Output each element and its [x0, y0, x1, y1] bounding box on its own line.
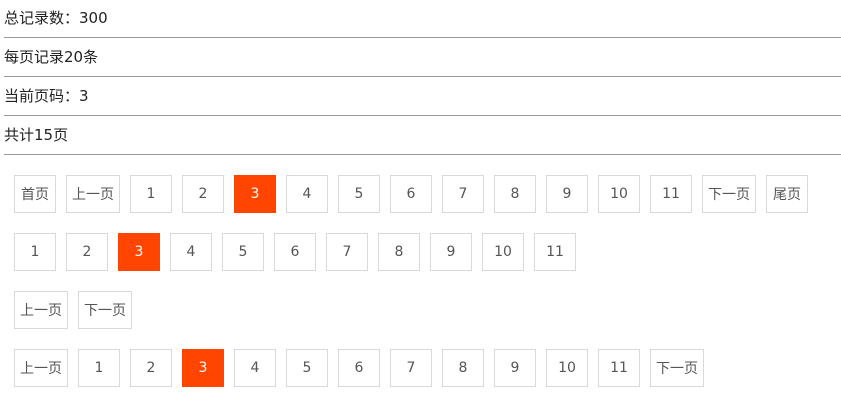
page-button-4[interactable]: 4 [170, 233, 212, 271]
page-button-1[interactable]: 1 [78, 349, 120, 387]
current-page-text: 当前页码：3 [4, 78, 841, 116]
page-button-7[interactable]: 7 [442, 175, 484, 213]
first-page-button[interactable]: 首页 [14, 175, 56, 213]
page-button-10[interactable]: 10 [546, 349, 588, 387]
page-button-2[interactable]: 2 [182, 175, 224, 213]
next-page-button[interactable]: 下一页 [78, 291, 132, 329]
page-button-11[interactable]: 11 [650, 175, 692, 213]
page-button-1[interactable]: 1 [130, 175, 172, 213]
page-button-4[interactable]: 4 [234, 349, 276, 387]
page-button-9[interactable]: 9 [494, 349, 536, 387]
prev-page-button[interactable]: 上一页 [66, 175, 120, 213]
page-button-7[interactable]: 7 [390, 349, 432, 387]
page-button-11[interactable]: 11 [598, 349, 640, 387]
next-page-button[interactable]: 下一页 [650, 349, 704, 387]
page-button-2[interactable]: 2 [66, 233, 108, 271]
page-button-9[interactable]: 9 [546, 175, 588, 213]
page-button-8[interactable]: 8 [442, 349, 484, 387]
page-button-11[interactable]: 11 [534, 233, 576, 271]
page-button-3-current[interactable]: 3 [118, 233, 160, 271]
page-button-10[interactable]: 10 [598, 175, 640, 213]
page-button-10[interactable]: 10 [482, 233, 524, 271]
total-pages-text: 共计15页 [4, 117, 841, 155]
total-records-text: 总记录数：300 [4, 0, 841, 38]
page-button-5[interactable]: 5 [338, 175, 380, 213]
prev-page-button[interactable]: 上一页 [14, 291, 68, 329]
per-page-text: 每页记录20条 [4, 39, 841, 77]
last-page-button[interactable]: 尾页 [766, 175, 808, 213]
page-button-6[interactable]: 6 [274, 233, 316, 271]
page-button-5[interactable]: 5 [222, 233, 264, 271]
page-button-6[interactable]: 6 [390, 175, 432, 213]
page-button-9[interactable]: 9 [430, 233, 472, 271]
page-button-5[interactable]: 5 [286, 349, 328, 387]
prev-page-button[interactable]: 上一页 [14, 349, 68, 387]
page-button-4[interactable]: 4 [286, 175, 328, 213]
page-button-2[interactable]: 2 [130, 349, 172, 387]
page-button-3-current[interactable]: 3 [182, 349, 224, 387]
next-page-button[interactable]: 下一页 [702, 175, 756, 213]
page-button-1[interactable]: 1 [14, 233, 56, 271]
page-button-7[interactable]: 7 [326, 233, 368, 271]
page-button-6[interactable]: 6 [338, 349, 380, 387]
page-button-3-current[interactable]: 3 [234, 175, 276, 213]
page-button-8[interactable]: 8 [378, 233, 420, 271]
page-button-8[interactable]: 8 [494, 175, 536, 213]
